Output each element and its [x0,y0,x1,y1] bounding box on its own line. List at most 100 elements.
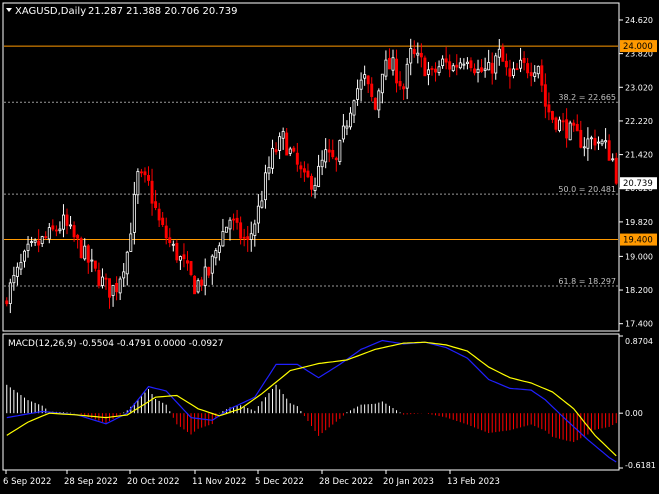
candle-body [132,194,136,233]
candle-body [341,125,345,140]
macd-tick-label-1: 0.00 [625,409,643,418]
candle-body [72,225,76,238]
candle-body [164,225,168,239]
candle-body [387,57,391,70]
candle-body [402,86,406,90]
candle-body [5,300,9,305]
candle-body [154,201,158,209]
candle-body [398,81,402,87]
candle-body [302,168,306,173]
candle-body [58,228,62,232]
candle-body [79,238,83,259]
candle-body [143,171,147,176]
candle-body [586,138,590,149]
candle-body [47,227,51,240]
price-tick-label-7: 19.000 [625,252,653,261]
candle-body [480,67,484,72]
candle-body [391,57,395,71]
candle-body [565,119,569,139]
price-tick-label-6: 19.820 [625,218,653,227]
time-tick-label-7: 13 Feb 2023 [447,477,500,487]
candle-body [487,62,491,71]
candle-body [228,219,232,230]
candle-body [434,68,437,73]
candle-body [320,159,324,168]
time-tick-label-4: 5 Dec 2022 [255,477,304,487]
price-tick-label-8: 18.200 [625,286,653,295]
candle-body [253,223,257,236]
candle-body [504,60,508,68]
candle-body [508,68,512,77]
candle-body [267,166,271,174]
candle-body [235,217,239,223]
candle-body [157,208,161,221]
candle-body [178,256,182,261]
candle-body [476,68,480,73]
candle-body [281,131,285,139]
candle-body [607,140,611,161]
candle-body [171,243,175,246]
symbol-label: XAGUSD,Daily [15,6,86,17]
candle-body [193,275,197,295]
time-tick-label-5: 28 Dec 2022 [319,477,373,487]
candle-body [189,261,193,275]
candle-body [409,48,413,64]
candle [568,120,572,141]
candle-body [83,245,87,260]
candle-body [331,150,335,158]
candle [423,55,427,77]
candle-body [76,234,80,239]
candle-body [111,284,115,296]
candle-body [373,97,377,110]
candle-body [26,243,30,251]
candle-body [161,217,165,226]
ohlc-values: 21.287 21.388 20.706 20.739 [88,6,238,17]
candle-body [317,165,321,187]
candle-body [547,104,551,113]
candle-body [100,276,104,286]
time-tick-label-6: 20 Jan 2023 [383,477,434,487]
candle-body [384,59,388,77]
candle-body [271,147,274,169]
price-panel-header: XAGUSD,Daily 21.287 21.388 20.706 20.739 [6,6,238,17]
candle-body [600,140,604,145]
candle-body [448,61,452,70]
candle-body [136,171,140,196]
candle-body [366,75,370,85]
candle-body [579,129,583,148]
candle-body [44,236,48,238]
candle-body [306,170,310,178]
candle-body [558,119,561,131]
candle-body [519,59,523,69]
candle-body [597,141,600,144]
candle-body [207,266,211,276]
candle-body [239,222,243,239]
candle-body [115,282,119,293]
candle-body [104,277,108,280]
candle-body [313,184,317,191]
candle-body [62,214,65,230]
candle-body [23,250,26,262]
candle-body [349,112,352,128]
candle-body [274,149,278,153]
time-tick-label-0: 6 Sep 2022 [3,477,51,487]
fib-label-2: 61.8 = 18.297 [558,277,616,286]
candle-body [451,65,455,71]
candle-body [90,259,94,262]
candle-body [19,262,23,270]
candle-body [352,100,356,116]
candle-body [614,157,618,184]
candle-body [203,266,207,286]
candle-body [501,46,505,62]
candle-body [462,63,466,66]
candle-body [200,279,204,286]
candle [196,278,200,294]
candle [193,275,197,295]
candle-body [497,48,501,58]
hline-tag-0-text: 24.000 [623,42,653,52]
candle-body [40,236,44,244]
candle-body [196,280,200,293]
chart-svg[interactable]: 38.2 = 22.66550.0 = 20.48161.8 = 18.297 … [0,0,659,490]
candle-body [285,132,289,156]
candle-body [12,274,16,284]
